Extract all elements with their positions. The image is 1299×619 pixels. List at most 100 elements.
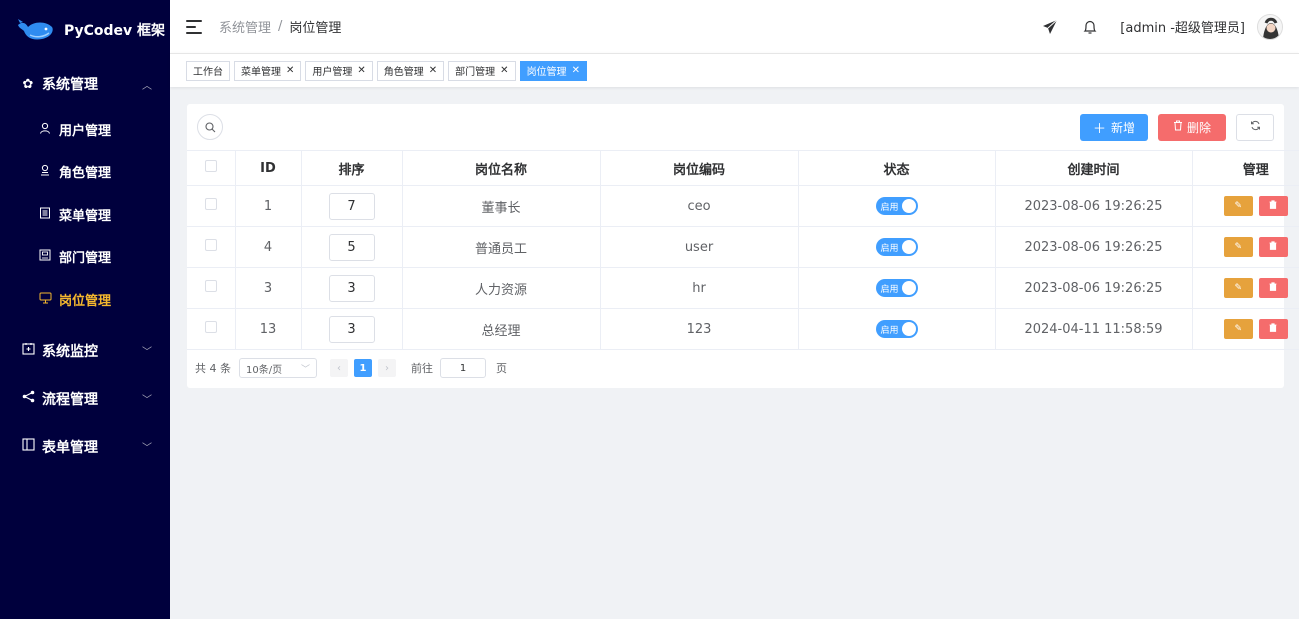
sort-input[interactable]: 3 <box>328 274 375 302</box>
sidebar-group-system[interactable]: ✿ 系统管理 ︿ <box>0 60 170 108</box>
prev-page-button[interactable]: ‹ <box>330 359 348 377</box>
chevron-left-icon: ‹ <box>337 362 341 374</box>
edit-button[interactable]: ✎ <box>1223 319 1253 339</box>
edit-icon: ✎ <box>1234 242 1243 252</box>
tag-menu[interactable]: 菜单管理 ✕ <box>234 60 302 81</box>
sidebar-group-label: 系统监控 <box>42 343 98 360</box>
switch-knob <box>901 322 916 336</box>
row-delete-button[interactable] <box>1258 196 1288 216</box>
page-number-button[interactable]: 1 <box>354 359 372 377</box>
page-size-select[interactable]: 10条/页 ﹀ <box>239 358 317 378</box>
tag-user[interactable]: 用户管理 ✕ <box>305 60 373 81</box>
sidebar-group-form[interactable]: 表单管理 ﹀ <box>0 423 170 471</box>
form-icon <box>20 438 36 455</box>
brand-name: PyCodev 框架 <box>64 23 166 39</box>
page-size-value: 10条/页 <box>246 364 283 376</box>
row-delete-button[interactable] <box>1258 237 1288 257</box>
breadcrumb-item[interactable]: 系统管理 <box>219 17 271 36</box>
edit-button[interactable]: ✎ <box>1223 196 1253 216</box>
pagination: 共 4 条 10条/页 ﹀ ‹ 1 › 前往 1 页 <box>187 350 1284 386</box>
cell-sort: 7 <box>301 185 403 227</box>
hamburger-icon[interactable] <box>186 19 202 34</box>
row-checkbox[interactable] <box>204 321 217 333</box>
switch-knob <box>901 199 916 213</box>
sidebar-item-role[interactable]: 角色管理 <box>0 151 170 194</box>
sidebar-item-dept[interactable]: 部门管理 <box>0 236 170 279</box>
tag-post[interactable]: 岗位管理 ✕ <box>519 60 587 81</box>
sidebar-group-label: 流程管理 <box>42 391 98 408</box>
add-button-label: 新增 <box>1111 120 1136 135</box>
cell-id: 13 <box>235 308 302 350</box>
close-icon[interactable]: ✕ <box>357 65 365 76</box>
edit-button[interactable]: ✎ <box>1223 237 1253 257</box>
sidebar-item-user[interactable]: 用户管理 <box>0 108 170 151</box>
cell-id: 4 <box>235 226 302 268</box>
sort-input[interactable]: 5 <box>328 233 375 261</box>
cell-status: 启用 <box>798 308 996 350</box>
sort-input[interactable]: 7 <box>328 192 375 220</box>
row-checkbox[interactable] <box>204 198 217 210</box>
toolbar-actions: ＋ 新增 删除 <box>1070 113 1274 141</box>
column-header-status[interactable]: 状态 <box>798 150 996 186</box>
trash-icon <box>1173 120 1183 134</box>
row-delete-button[interactable] <box>1258 278 1288 298</box>
row-delete-button[interactable] <box>1258 319 1288 339</box>
column-header-name[interactable]: 岗位名称 <box>402 150 601 186</box>
status-switch[interactable]: 启用 <box>875 197 918 215</box>
user-label[interactable]: [admin -超级管理员] <box>1120 17 1245 36</box>
cell-code: hr <box>600 267 799 309</box>
table-header-row: ID 排序 岗位名称 岗位编码 状态 创建时间 管理 <box>187 150 1299 186</box>
post-table: ID 排序 岗位名称 岗位编码 状态 创建时间 管理 1 7 董事长 ceo 启… <box>187 150 1299 350</box>
sidebar-item-menu[interactable]: 菜单管理 <box>0 193 170 236</box>
header-actions: [admin -超级管理员] <box>1030 13 1283 40</box>
chevron-down-icon: ﹀ <box>142 443 152 454</box>
tag-label: 部门管理 <box>455 67 496 78</box>
monitor-icon <box>20 342 36 359</box>
status-switch-label: 启用 <box>880 202 899 213</box>
column-header-actions: 管理 <box>1192 150 1299 186</box>
search-icon[interactable] <box>197 114 223 140</box>
row-checkbox[interactable] <box>204 280 217 292</box>
close-icon[interactable]: ✕ <box>429 65 437 76</box>
status-switch[interactable]: 启用 <box>875 238 918 256</box>
delete-button[interactable]: 删除 <box>1158 113 1226 141</box>
sidebar-item-post[interactable]: 岗位管理 <box>0 278 170 321</box>
tag-dept[interactable]: 部门管理 ✕ <box>448 60 516 81</box>
logo[interactable]: PyCodev 框架 <box>0 0 170 60</box>
status-switch[interactable]: 启用 <box>875 320 918 338</box>
plus-icon: ＋ <box>1092 121 1106 137</box>
cell-actions: ✎ <box>1192 185 1299 227</box>
bell-icon[interactable] <box>1070 19 1110 35</box>
switch-knob <box>901 281 916 295</box>
sort-input[interactable]: 3 <box>328 315 375 343</box>
close-icon[interactable]: ✕ <box>500 65 508 76</box>
cell-sort: 5 <box>301 226 403 268</box>
post-table-card: ＋ 新增 删除 ID 排序 岗位名称 岗位编码 状态 创建时间 管理 1 7 董… <box>187 104 1299 388</box>
sidebar-item-label: 菜单管理 <box>59 208 112 224</box>
add-button[interactable]: ＋ 新增 <box>1080 113 1148 141</box>
column-header-id[interactable]: ID <box>235 150 302 186</box>
send-icon[interactable] <box>1030 19 1070 35</box>
avatar[interactable] <box>1257 13 1283 40</box>
tag-role[interactable]: 角色管理 ✕ <box>376 60 445 81</box>
role-icon <box>38 164 52 179</box>
status-switch[interactable]: 启用 <box>875 279 918 297</box>
refresh-button[interactable] <box>1236 113 1274 141</box>
cell-code: user <box>600 226 799 268</box>
goto-label: 前往 <box>411 362 433 375</box>
goto-page-input[interactable]: 1 <box>440 358 486 378</box>
chevron-down-icon: ﹀ <box>142 347 152 358</box>
close-icon[interactable]: ✕ <box>286 65 294 76</box>
close-icon[interactable]: ✕ <box>572 65 580 76</box>
sidebar-group-monitor[interactable]: 系统监控 ﹀ <box>0 327 170 375</box>
tag-workbench[interactable]: 工作台 <box>186 60 230 81</box>
sidebar-group-workflow[interactable]: 流程管理 ﹀ <box>0 375 170 423</box>
column-header-code[interactable]: 岗位编码 <box>600 150 799 186</box>
column-header-sort[interactable]: 排序 <box>301 150 403 186</box>
edit-button[interactable]: ✎ <box>1223 278 1253 298</box>
column-header-created[interactable]: 创建时间 <box>995 150 1193 186</box>
table-row: 4 5 普通员工 user 启用 2023-08-06 19:26:25 ✎ <box>187 226 1299 268</box>
select-all-checkbox[interactable] <box>204 160 217 172</box>
next-page-button[interactable]: › <box>378 359 396 377</box>
row-checkbox[interactable] <box>204 239 217 251</box>
